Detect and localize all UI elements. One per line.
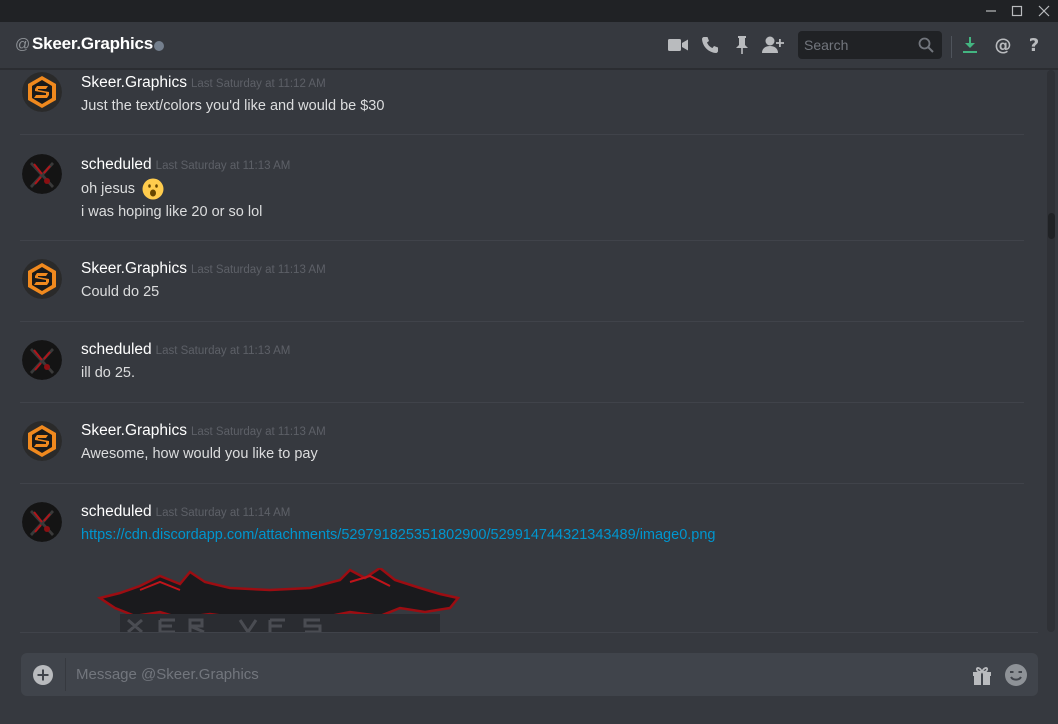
image-embed-graphic bbox=[96, 568, 460, 632]
composer-divider-line bbox=[20, 632, 1038, 633]
skeer-logo-icon bbox=[22, 259, 62, 299]
upload-icon bbox=[33, 665, 53, 685]
message-composer bbox=[21, 653, 1038, 696]
message-author[interactable]: Skeer.Graphics Last Saturday at 11:13 AM bbox=[81, 260, 326, 278]
svg-text:?: ? bbox=[1029, 35, 1039, 55]
close-icon bbox=[1038, 5, 1050, 17]
message-author[interactable]: Skeer.Graphics Last Saturday at 11:12 AM bbox=[81, 74, 326, 92]
add-friend-icon bbox=[762, 36, 784, 53]
scrollbar-thumb[interactable] bbox=[1048, 213, 1055, 239]
image-embed-preview[interactable] bbox=[80, 568, 460, 632]
video-call-icon bbox=[668, 39, 688, 51]
message-author[interactable]: scheduled Last Saturday at 11:13 AM bbox=[81, 156, 290, 174]
message-author[interactable]: scheduled Last Saturday at 11:13 AM bbox=[81, 341, 290, 359]
author-name[interactable]: scheduled bbox=[81, 156, 152, 173]
message-text: oh jesus bbox=[81, 178, 164, 200]
maximize-icon bbox=[1011, 5, 1023, 17]
author-name[interactable]: Skeer.Graphics bbox=[81, 260, 187, 277]
scrollbar-track[interactable] bbox=[1047, 70, 1055, 632]
message-group: Skeer.Graphics Last Saturday at 11:12 AM … bbox=[20, 70, 1024, 135]
message-text-content: oh jesus bbox=[81, 180, 136, 197]
attachment-link[interactable]: https://cdn.discordapp.com/attachments/5… bbox=[81, 527, 715, 543]
author-name[interactable]: Skeer.Graphics bbox=[81, 74, 187, 91]
message-timestamp: Last Saturday at 11:13 AM bbox=[190, 426, 326, 438]
voice-call-icon bbox=[702, 37, 718, 53]
message-timestamp: Last Saturday at 11:13 AM bbox=[155, 160, 291, 172]
message-text: i was hoping like 20 or so lol bbox=[81, 204, 263, 220]
author-name[interactable]: Skeer.Graphics bbox=[81, 422, 187, 439]
message-text: ill do 25. bbox=[81, 365, 136, 381]
download-icon bbox=[963, 37, 977, 53]
help-button[interactable]: ? bbox=[1022, 33, 1046, 57]
avatar[interactable] bbox=[22, 72, 62, 112]
message-author[interactable]: scheduled Last Saturday at 11:14 AM bbox=[81, 503, 290, 521]
emoji-picker-icon bbox=[1005, 664, 1027, 686]
app-window: @ Skeer.Graphics @ ? bbox=[0, 0, 1058, 724]
composer-divider bbox=[65, 658, 66, 691]
gift-icon bbox=[973, 667, 991, 685]
message-timestamp: Last Saturday at 11:13 AM bbox=[190, 264, 326, 276]
message-text: Awesome, how would you like to pay bbox=[81, 446, 318, 462]
emoji-picker-button[interactable] bbox=[1004, 663, 1028, 687]
title-bar bbox=[0, 0, 1058, 22]
message-group: Skeer.Graphics Last Saturday at 11:13 AM … bbox=[20, 242, 1024, 322]
avatar[interactable] bbox=[22, 340, 62, 380]
mention-icon: @ bbox=[995, 36, 1012, 56]
red-x-logo-icon bbox=[22, 154, 62, 194]
message-text: Could do 25 bbox=[81, 284, 160, 300]
download-apps-button[interactable] bbox=[958, 33, 982, 57]
message-input[interactable] bbox=[76, 653, 956, 696]
author-name[interactable]: scheduled bbox=[81, 503, 152, 520]
message-text: Just the text/colors you'd like and woul… bbox=[81, 98, 385, 114]
skeer-logo-icon bbox=[22, 421, 62, 461]
help-icon: ? bbox=[1029, 35, 1039, 55]
message-group: scheduled Last Saturday at 11:13 AM ill d… bbox=[20, 323, 1024, 403]
channel-title: Skeer.Graphics bbox=[32, 34, 153, 53]
status-indicator bbox=[154, 41, 164, 51]
search-icon[interactable] bbox=[918, 37, 934, 53]
at-icon: @ bbox=[15, 36, 31, 53]
skeer-logo-icon bbox=[22, 72, 62, 112]
voice-call-button[interactable] bbox=[698, 33, 722, 57]
gift-button[interactable] bbox=[970, 663, 994, 687]
svg-text:@: @ bbox=[995, 36, 1012, 56]
message-group: Skeer.Graphics Last Saturday at 11:13 AM … bbox=[20, 404, 1024, 484]
avatar[interactable] bbox=[22, 421, 62, 461]
maximize-button[interactable] bbox=[1003, 0, 1031, 22]
header-divider bbox=[951, 36, 952, 58]
red-x-logo-icon bbox=[22, 340, 62, 380]
channel-header: @ Skeer.Graphics @ ? bbox=[0, 22, 1058, 69]
red-x-logo-icon bbox=[22, 502, 62, 542]
author-name[interactable]: scheduled bbox=[81, 341, 152, 358]
message-timestamp: Last Saturday at 11:13 AM bbox=[155, 345, 291, 357]
pinned-messages-button[interactable] bbox=[730, 33, 754, 57]
minimize-button[interactable] bbox=[977, 0, 1005, 22]
search-input[interactable] bbox=[798, 31, 916, 59]
open-mouth-emoji-icon[interactable] bbox=[142, 178, 164, 200]
close-window-button[interactable] bbox=[1030, 0, 1058, 22]
message-group: scheduled Last Saturday at 11:13 AM oh je… bbox=[20, 136, 1024, 241]
avatar[interactable] bbox=[22, 259, 62, 299]
message-timestamp: Last Saturday at 11:14 AM bbox=[155, 507, 291, 519]
minimize-icon bbox=[986, 10, 996, 12]
mentions-button[interactable]: @ bbox=[991, 33, 1015, 57]
message-author[interactable]: Skeer.Graphics Last Saturday at 11:13 AM bbox=[81, 422, 326, 440]
avatar[interactable] bbox=[22, 154, 62, 194]
upload-button[interactable] bbox=[31, 663, 55, 687]
message-list[interactable]: Skeer.Graphics Last Saturday at 11:12 AM … bbox=[0, 70, 1046, 632]
video-call-button[interactable] bbox=[666, 33, 690, 57]
search-bar[interactable] bbox=[798, 31, 942, 59]
pin-icon bbox=[736, 36, 748, 54]
message-timestamp: Last Saturday at 11:12 AM bbox=[190, 78, 326, 90]
avatar[interactable] bbox=[22, 502, 62, 542]
add-friend-button[interactable] bbox=[761, 33, 785, 57]
